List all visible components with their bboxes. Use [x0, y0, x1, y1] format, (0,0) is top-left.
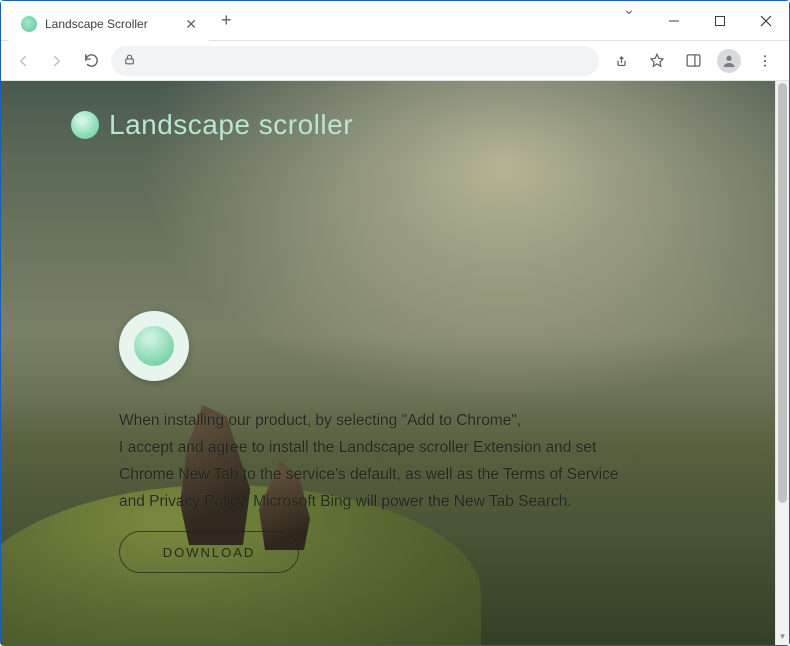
window-titlebar: Landscape Scroller ✕ + ⌄	[1, 1, 789, 41]
brand-header: Landscape scroller	[71, 109, 353, 141]
browser-toolbar	[1, 41, 789, 81]
copy-line: When installing our product, by selectin…	[119, 407, 685, 434]
nav-reload-button[interactable]	[77, 47, 105, 75]
vertical-scrollbar[interactable]: ▾	[775, 81, 789, 645]
scroll-down-icon[interactable]: ▾	[776, 631, 789, 645]
tab-title: Landscape Scroller	[45, 17, 148, 31]
nav-forward-button[interactable]	[43, 47, 71, 75]
tab-favicon	[21, 16, 37, 32]
kebab-menu-icon[interactable]	[749, 45, 781, 77]
page-viewport: Landscape scroller When installing our p…	[1, 81, 789, 645]
tab-close-icon[interactable]: ✕	[185, 17, 197, 31]
window-maximize-button[interactable]	[697, 1, 743, 41]
lock-icon	[123, 53, 136, 69]
scroll-thumb[interactable]	[778, 83, 787, 503]
feature-logo	[119, 311, 189, 381]
address-bar[interactable]	[111, 46, 599, 76]
profile-avatar[interactable]	[713, 45, 745, 77]
tab-chevron-icon[interactable]: ⌄	[611, 1, 647, 41]
page-content: Landscape scroller When installing our p…	[1, 81, 775, 645]
side-panel-icon[interactable]	[677, 45, 709, 77]
copy-line: I accept and agree to install the Landsc…	[119, 434, 685, 461]
window-minimize-button[interactable]	[651, 1, 697, 41]
download-button[interactable]: DOWNLOAD	[119, 531, 299, 573]
copy-line: and Privacy Policy. Microsoft Bing will …	[119, 488, 685, 515]
bookmark-star-icon[interactable]	[641, 45, 673, 77]
browser-tab[interactable]: Landscape Scroller ✕	[9, 7, 209, 41]
copy-line: Chrome New Tab to the service's default,…	[119, 461, 685, 488]
new-tab-button[interactable]: +	[221, 10, 232, 31]
nav-back-button[interactable]	[9, 47, 37, 75]
feature-logo-icon	[134, 326, 174, 366]
brand-logo-icon	[71, 111, 99, 139]
brand-title: Landscape scroller	[109, 109, 353, 141]
download-button-label: DOWNLOAD	[163, 545, 256, 560]
window-close-button[interactable]	[743, 1, 789, 41]
install-copy: When installing our product, by selectin…	[119, 407, 685, 516]
share-icon[interactable]	[605, 45, 637, 77]
